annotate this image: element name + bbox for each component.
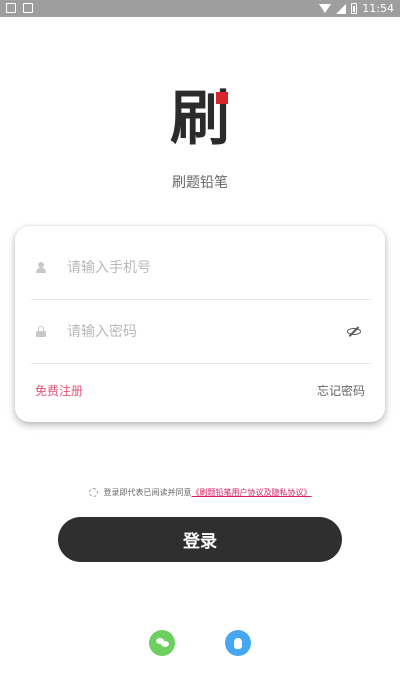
logo-red-square [216,92,228,104]
status-bar: 11:54 [0,0,400,17]
signal-icon [336,3,347,14]
phone-input[interactable] [67,259,327,276]
wifi-icon [319,4,332,13]
register-link[interactable]: 免费注册 [35,382,83,399]
agreement-link[interactable]: 《刷题铅笔用户协议及隐私协议》 [192,487,312,498]
notification-icons [6,3,33,13]
password-row [31,300,371,364]
qq-login-button[interactable] [225,630,251,656]
phone-row [31,236,371,300]
notification-icon [23,3,33,13]
wechat-login-button[interactable] [149,630,175,656]
eye-off-icon[interactable] [347,326,361,337]
qq-icon [234,637,242,649]
agree-checkbox[interactable] [88,488,98,497]
battery-icon [351,3,358,14]
wechat-icon [155,638,169,648]
login-card: 免费注册 忘记密码 [15,226,385,422]
agreement-row: 登录即代表已阅读并同意 《刷题铅笔用户协议及隐私协议》 [0,487,400,498]
status-time: 11:54 [362,2,394,15]
login-button[interactable]: 登录 [58,517,342,562]
system-icons: 11:54 [319,1,394,16]
notification-icon [6,3,16,13]
app-logo: 刷 [168,86,234,154]
password-input[interactable] [67,323,327,340]
lock-icon [31,326,51,337]
user-icon [31,262,51,273]
agreement-text: 登录即代表已阅读并同意 [103,488,192,497]
app-name: 刷题铅笔 [172,175,228,191]
forgot-password-link[interactable]: 忘记密码 [317,382,365,399]
